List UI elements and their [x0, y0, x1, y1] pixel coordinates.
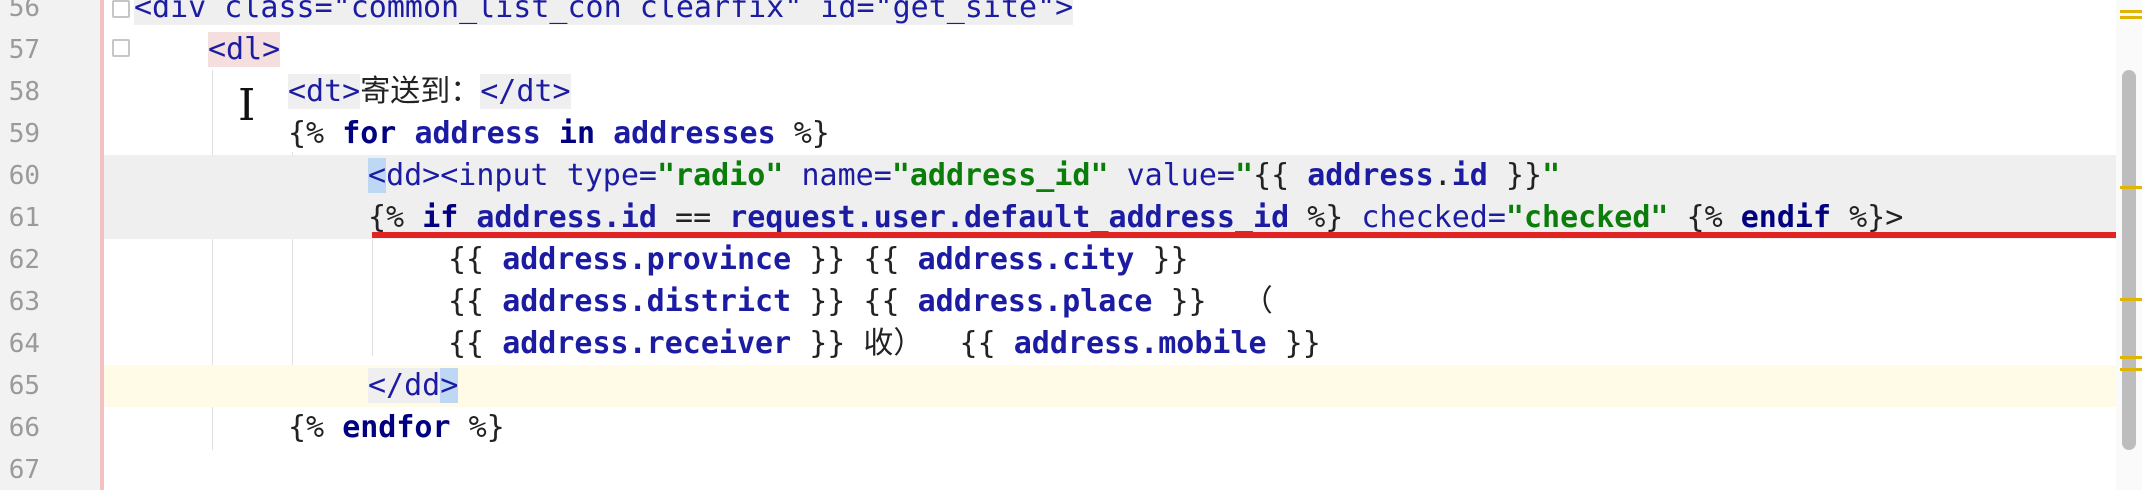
- code-line-62: {{ address.province }} {{ address.city }…: [104, 239, 2116, 281]
- code-line-56: <div class="common_list_con clearfix" id…: [104, 0, 2116, 29]
- variable: address.city: [917, 242, 1135, 277]
- variable: addresses: [613, 116, 776, 151]
- html-tag: </dt>: [480, 74, 571, 109]
- variable: address.place: [917, 284, 1153, 319]
- string: "checked": [1505, 200, 1669, 235]
- code-line-59: {% for address in addresses %}: [104, 113, 2116, 155]
- html-tag: <input: [440, 158, 567, 193]
- keyword: for: [342, 116, 397, 151]
- code-line-63: {{ address.district }} {{ address.place …: [104, 281, 2116, 323]
- variable: address.id: [476, 200, 657, 235]
- attribute: type=: [566, 158, 657, 193]
- text-content: 寄送到：: [360, 74, 481, 109]
- html-tag: dd>: [386, 158, 441, 193]
- keyword: if: [422, 200, 459, 235]
- code-line-64: {{ address.receiver }} 收） {{ address.mob…: [104, 323, 2116, 365]
- line-number: 64: [8, 329, 40, 359]
- template-delim: {%: [1668, 200, 1741, 235]
- template-delim: }} {{: [791, 242, 918, 277]
- html-tag: <dl>: [208, 32, 281, 67]
- template-delim: }}: [1134, 242, 1189, 277]
- line-number: 67: [8, 455, 40, 485]
- template-delim: {{: [448, 326, 503, 361]
- attribute: checked=: [1361, 200, 1506, 235]
- code-line-66: {% endfor %}: [104, 407, 2116, 449]
- html-tag: <dt>: [288, 74, 361, 109]
- template-delim: {%: [288, 116, 343, 151]
- code-editor[interactable]: <div class="common_list_con clearfix" id…: [104, 0, 2142, 491]
- line-number: 56: [8, 0, 40, 23]
- string: ": [1235, 158, 1254, 193]
- variable: address.province: [502, 242, 792, 277]
- template-delim: %}: [1289, 200, 1344, 235]
- html-tag: <div class="common_list_con clearfix" id…: [134, 0, 1074, 25]
- text-cursor-icon: Ⅰ: [238, 80, 256, 131]
- line-number: 63: [8, 287, 40, 317]
- keyword: in: [540, 116, 614, 151]
- keyword: endif: [1740, 200, 1832, 235]
- template-delim: %}>: [1831, 200, 1904, 235]
- variable: address.mobile: [1013, 326, 1267, 361]
- line-number: 59: [8, 119, 40, 149]
- line-number: 57: [8, 35, 40, 65]
- scroll-marker: [2120, 10, 2142, 13]
- scroll-marker: [2120, 368, 2142, 371]
- string: "address_id": [891, 158, 1109, 193]
- code-line-57: <dl>: [104, 29, 2116, 71]
- scroll-marker: [2120, 186, 2142, 189]
- html-tag: </dd: [368, 368, 441, 403]
- template-delim: %}: [450, 410, 505, 445]
- template-delim: {{: [448, 242, 503, 277]
- line-number: 62: [8, 245, 40, 275]
- line-number: 61: [8, 203, 40, 233]
- variable: request.user.default_address_id: [729, 200, 1290, 235]
- code-line-60: <dd><input type="radio" name="address_id…: [104, 155, 2116, 197]
- template-delim: }} （: [1152, 284, 1273, 319]
- variable: address.receiver: [502, 326, 792, 361]
- variable: address: [414, 116, 541, 151]
- html-tag: >: [440, 368, 459, 403]
- line-number: 58: [8, 77, 40, 107]
- attribute: name=: [801, 158, 892, 193]
- scrollbar-thumb[interactable]: [2122, 70, 2136, 450]
- line-number: 66: [8, 413, 40, 443]
- operator: ==: [657, 200, 730, 235]
- string: ": [1542, 158, 1561, 193]
- template-delim: }} 收） {{: [791, 326, 1014, 361]
- template-delim: {%: [288, 410, 343, 445]
- code-line-65: </dd>: [104, 365, 2116, 407]
- scroll-marker: [2120, 16, 2142, 19]
- keyword: endfor: [342, 410, 451, 445]
- html-tag: <: [368, 158, 387, 193]
- variable: address.district: [502, 284, 792, 319]
- scroll-marker: [2120, 356, 2142, 359]
- red-underline-annotation: [372, 232, 2142, 238]
- template-delim: {%: [368, 200, 423, 235]
- line-number: 60: [8, 161, 40, 191]
- template-delim: }} {{: [791, 284, 918, 319]
- template-delim: %}: [775, 116, 830, 151]
- variable: address: [1307, 158, 1434, 193]
- attribute: value=: [1126, 158, 1235, 193]
- template-delim: {{: [1253, 158, 1308, 193]
- line-number: 65: [8, 371, 40, 401]
- scroll-marker: [2120, 298, 2142, 301]
- code-line-58: <dt>寄送到：</dt>: [104, 71, 2116, 113]
- dot: .: [1433, 158, 1452, 193]
- template-delim: }}: [1266, 326, 1321, 361]
- template-delim: {{: [448, 284, 503, 319]
- template-delim: }}: [1487, 158, 1543, 193]
- variable: id: [1451, 158, 1488, 193]
- string: "radio": [657, 158, 784, 193]
